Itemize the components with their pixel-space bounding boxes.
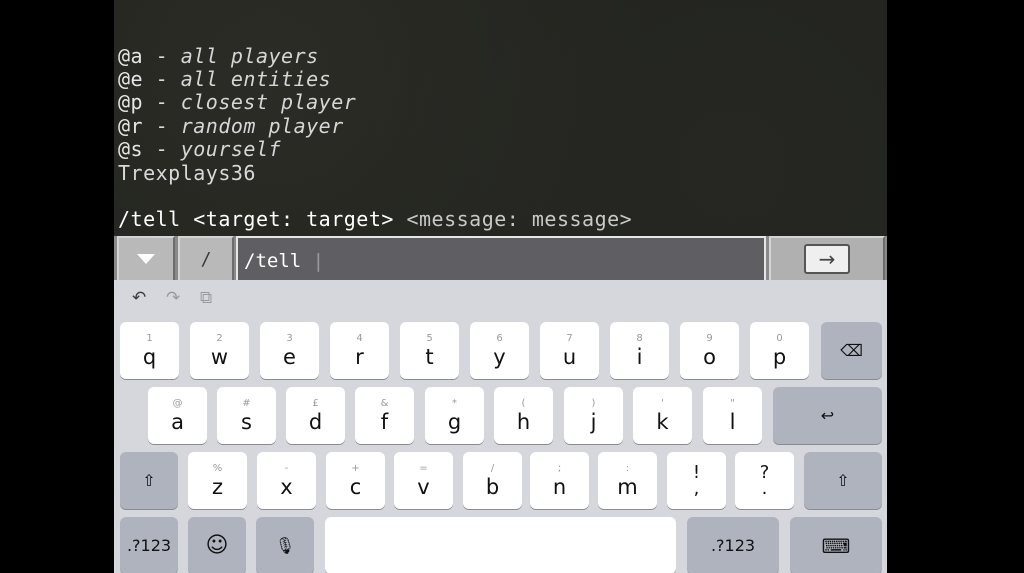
keyboard-toolbar: ↶ ↷ ⧉ bbox=[114, 280, 887, 320]
key-o[interactable]: 9o bbox=[680, 322, 739, 379]
command-usage: /tell <target: target> <message: message… bbox=[118, 207, 633, 231]
microphone-icon: 🎙 bbox=[274, 535, 296, 555]
command-input-value: /tell bbox=[244, 250, 313, 272]
arrow-right-icon: → bbox=[804, 244, 850, 274]
key-n[interactable]: ; n bbox=[530, 452, 589, 509]
key-g[interactable]: * g bbox=[425, 387, 484, 444]
dropdown-button[interactable] bbox=[117, 236, 175, 280]
backspace-key[interactable]: ⌫ bbox=[821, 322, 882, 379]
key-k[interactable]: ' k bbox=[633, 387, 692, 444]
dictation-key[interactable]: 🎙 bbox=[256, 517, 314, 573]
triangle-down-icon bbox=[137, 254, 155, 264]
key-v[interactable]: = v bbox=[394, 452, 453, 509]
slash-label: / bbox=[200, 248, 212, 270]
numbers-key-left[interactable]: .?123 bbox=[120, 517, 178, 573]
selector-hint-closest-player: @p - closest player bbox=[118, 90, 357, 114]
hide-keyboard-icon: ⌨ bbox=[821, 533, 851, 558]
slash-button[interactable]: / bbox=[178, 236, 234, 280]
key-d[interactable]: £ d bbox=[286, 387, 345, 444]
return-icon: ↩ bbox=[820, 405, 835, 425]
command-input[interactable]: /tell | bbox=[236, 236, 766, 280]
key-j[interactable]: ) j bbox=[564, 387, 623, 444]
key-y[interactable]: 6y bbox=[470, 322, 529, 379]
selector-hint-all-entities: @e - all entities bbox=[118, 67, 332, 91]
shift-key-right[interactable]: ⇧ bbox=[804, 452, 882, 509]
key-e[interactable]: 3e bbox=[260, 322, 319, 379]
text-caret: | bbox=[312, 250, 325, 272]
key-exclamation-comma[interactable]: !, bbox=[667, 452, 726, 509]
return-key[interactable]: ↩ bbox=[773, 387, 882, 444]
key-l[interactable]: " l bbox=[703, 387, 762, 444]
hide-keyboard-key[interactable]: ⌨ bbox=[790, 517, 882, 573]
undo-icon[interactable]: ↶ bbox=[132, 288, 146, 308]
redo-icon[interactable]: ↷ bbox=[166, 288, 180, 308]
emoji-icon: ☺ bbox=[205, 532, 229, 558]
numbers-key-right[interactable]: .?123 bbox=[687, 517, 779, 573]
selector-hint-all-players: @a - all players bbox=[118, 44, 319, 68]
shift-icon: ⇧ bbox=[142, 470, 156, 490]
key-t[interactable]: 5t bbox=[400, 322, 459, 379]
key-c[interactable]: + c bbox=[326, 452, 385, 509]
shift-key-left[interactable]: ⇧ bbox=[120, 452, 178, 509]
game-screen: @a - all players @e - all entities @p - … bbox=[114, 0, 887, 573]
shift-icon: ⇧ bbox=[836, 470, 850, 490]
key-w[interactable]: 2w bbox=[190, 322, 249, 379]
player-name-hint[interactable]: Trexplays36 bbox=[118, 162, 256, 185]
key-b[interactable]: / b bbox=[463, 452, 522, 509]
command-bar: / /tell | → bbox=[114, 236, 887, 280]
chat-area: @a - all players @e - all entities @p - … bbox=[114, 0, 887, 236]
key-question-period[interactable]: ?. bbox=[735, 452, 794, 509]
selector-hint-yourself: @s - yourself bbox=[118, 137, 282, 161]
key-z[interactable]: % z bbox=[188, 452, 247, 509]
backspace-icon: ⌫ bbox=[840, 340, 863, 360]
emoji-key[interactable]: ☺ bbox=[188, 517, 246, 573]
clipboard-icon[interactable]: ⧉ bbox=[200, 288, 212, 308]
key-r[interactable]: 4r bbox=[330, 322, 389, 379]
key-m[interactable]: :m bbox=[598, 452, 657, 509]
key-s[interactable]: # s bbox=[217, 387, 276, 444]
key-q[interactable]: 1q bbox=[120, 322, 179, 379]
send-button[interactable]: → bbox=[769, 236, 885, 280]
key-x[interactable]: -x bbox=[257, 452, 316, 509]
key-u[interactable]: 7u bbox=[540, 322, 599, 379]
key-p[interactable]: 0p bbox=[750, 322, 809, 379]
key-f[interactable]: & f bbox=[355, 387, 414, 444]
selector-hint-random-player: @r - random player bbox=[118, 114, 344, 138]
space-key[interactable] bbox=[325, 517, 676, 573]
on-screen-keyboard: ↶ ↷ ⧉ 1q 2w 3e 4r 5t 6y 7u 8i 9o 0p ⌫ @ a… bbox=[114, 280, 887, 573]
key-i[interactable]: 8i bbox=[610, 322, 669, 379]
key-a[interactable]: @ a bbox=[148, 387, 207, 444]
key-h[interactable]: (h bbox=[494, 387, 553, 444]
